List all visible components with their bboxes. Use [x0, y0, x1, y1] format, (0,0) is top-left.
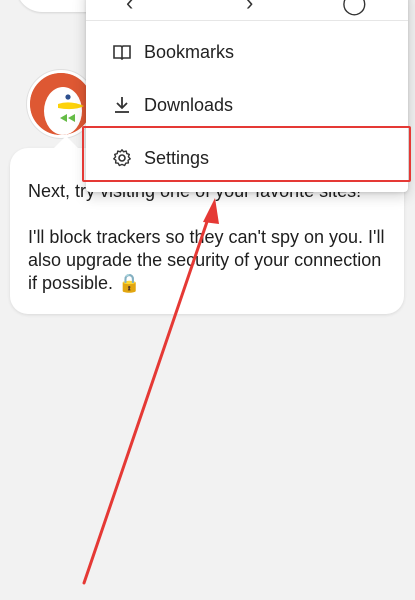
- menu-item-downloads[interactable]: Downloads: [86, 79, 408, 131]
- download-icon: [112, 95, 132, 115]
- settings-highlight-box: [82, 126, 411, 182]
- forward-icon[interactable]: ›: [246, 0, 253, 16]
- bookmarks-icon: [112, 42, 132, 62]
- back-icon[interactable]: ‹: [126, 0, 133, 16]
- menu-nav-row: ‹ › ◯: [86, 0, 408, 21]
- menu-item-bookmarks[interactable]: Bookmarks: [86, 26, 408, 78]
- menu-item-label: Downloads: [144, 94, 234, 115]
- message-line-2: I'll block trackers so they can't spy on…: [28, 227, 385, 293]
- menu-item-label: Bookmarks: [144, 41, 235, 62]
- refresh-icon[interactable]: ◯: [342, 0, 367, 16]
